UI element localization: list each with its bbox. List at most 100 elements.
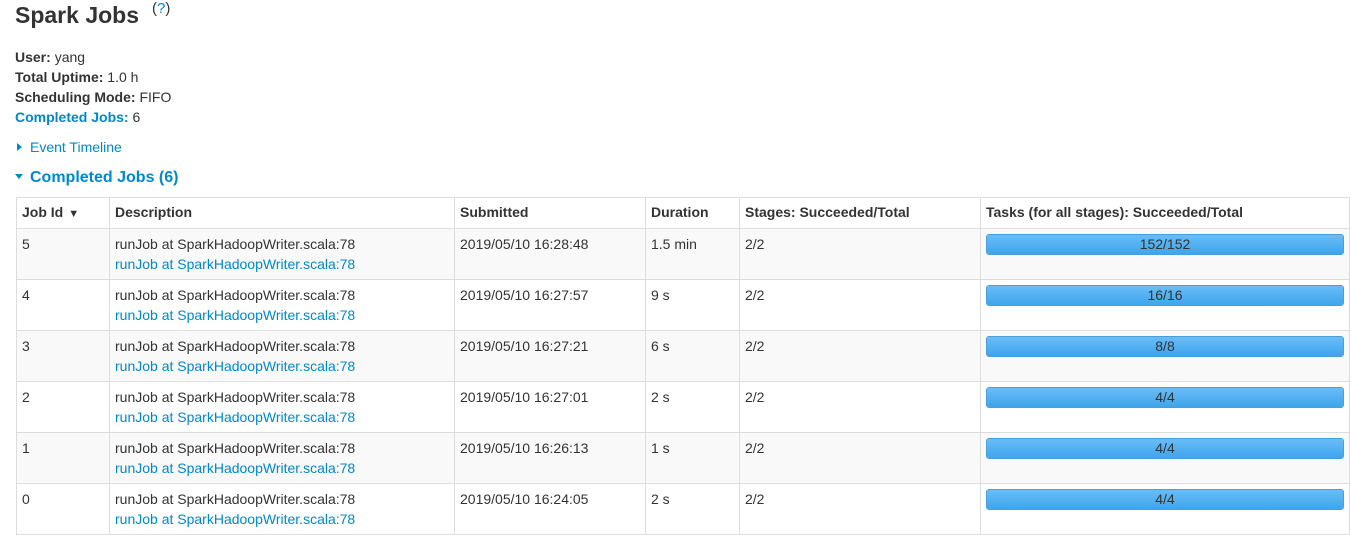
caret-right-icon <box>17 143 22 152</box>
tasks-cell: 8/8 <box>980 330 1350 382</box>
job-link[interactable]: runJob at SparkHadoopWriter.scala:78 <box>115 254 449 274</box>
help-paren-close: ) <box>165 0 171 17</box>
job-description: runJob at SparkHadoopWriter.scala:78 <box>115 440 356 456</box>
job-link[interactable]: runJob at SparkHadoopWriter.scala:78 <box>115 407 449 427</box>
col-job-id[interactable]: Job Id ▼ <box>16 197 110 229</box>
summary-list: User: yang Total Uptime: 1.0 h Schedulin… <box>15 47 1351 127</box>
completed-jobs-heading: Completed Jobs (6) <box>30 169 179 186</box>
stages-cell: 2/2 <box>739 228 981 280</box>
user-label: User: <box>15 49 51 65</box>
event-timeline-toggle[interactable]: Event Timeline <box>15 137 1351 157</box>
stages-cell: 2/2 <box>739 432 981 484</box>
header: Spark Jobs (?) <box>15 0 1351 38</box>
description-cell: runJob at SparkHadoopWriter.scala:78 runJ… <box>109 432 455 484</box>
table-row: 5 runJob at SparkHadoopWriter.scala:78 run… <box>16 228 1350 280</box>
user-value: yang <box>54 49 86 65</box>
completed-jobs-toggle[interactable]: Completed Jobs (6) <box>15 167 1351 189</box>
completed-value: 6 <box>132 109 141 125</box>
job-description: runJob at SparkHadoopWriter.scala:78 <box>115 491 356 507</box>
tasks-progress-label: 16/16 <box>1147 287 1183 303</box>
tasks-progress-bar: 16/16 <box>986 285 1344 306</box>
job-description: runJob at SparkHadoopWriter.scala:78 <box>115 236 356 252</box>
table-row: 2 runJob at SparkHadoopWriter.scala:78 run… <box>16 381 1350 433</box>
tasks-progress-bar: 4/4 <box>986 387 1344 408</box>
submitted-cell: 2019/05/10 16:24:05 <box>454 483 646 535</box>
uptime-label: Total Uptime: <box>15 69 104 85</box>
tasks-progress-bar: 4/4 <box>986 438 1344 459</box>
description-cell: runJob at SparkHadoopWriter.scala:78 runJ… <box>109 483 455 535</box>
description-cell: runJob at SparkHadoopWriter.scala:78 runJ… <box>109 228 455 280</box>
page: Spark Jobs (?) User: yang Total Uptime: … <box>0 0 1351 189</box>
scheduling-value: FIFO <box>139 89 172 105</box>
job-description: runJob at SparkHadoopWriter.scala:78 <box>115 338 356 354</box>
duration-cell: 1.5 min <box>645 228 740 280</box>
job-link[interactable]: runJob at SparkHadoopWriter.scala:78 <box>115 305 449 325</box>
duration-cell: 6 s <box>645 330 740 382</box>
table-row: 0 runJob at SparkHadoopWriter.scala:78 run… <box>16 483 1350 535</box>
tasks-progress-bar: 152/152 <box>986 234 1344 255</box>
duration-cell: 1 s <box>645 432 740 484</box>
user-row: User: yang <box>15 47 1351 67</box>
col-tasks[interactable]: Tasks (for all stages): Succeeded/Total <box>980 197 1350 229</box>
job-id-cell: 2 <box>16 381 110 433</box>
tasks-cell: 4/4 <box>980 381 1350 433</box>
tasks-progress-bar: 8/8 <box>986 336 1344 357</box>
job-id-cell: 4 <box>16 279 110 331</box>
tasks-progress-label: 4/4 <box>1155 389 1175 405</box>
submitted-cell: 2019/05/10 16:27:01 <box>454 381 646 433</box>
tasks-progress-label: 8/8 <box>1155 338 1175 354</box>
scheduling-label: Scheduling Mode: <box>15 89 136 105</box>
table-row: 3 runJob at SparkHadoopWriter.scala:78 run… <box>16 330 1350 382</box>
tasks-cell: 4/4 <box>980 483 1350 535</box>
job-id-cell: 1 <box>16 432 110 484</box>
page-title: Spark Jobs <box>15 2 139 28</box>
stages-cell: 2/2 <box>739 381 981 433</box>
description-cell: runJob at SparkHadoopWriter.scala:78 runJ… <box>109 279 455 331</box>
tasks-cell: 4/4 <box>980 432 1350 484</box>
jobs-table: Job Id ▼ Description Submitted Duration S… <box>16 197 1350 535</box>
caret-down-icon <box>15 174 23 180</box>
submitted-cell: 2019/05/10 16:28:48 <box>454 228 646 280</box>
duration-cell: 9 s <box>645 279 740 331</box>
table-row: 4 runJob at SparkHadoopWriter.scala:78 run… <box>16 279 1350 331</box>
tasks-cell: 16/16 <box>980 279 1350 331</box>
job-id-cell: 5 <box>16 228 110 280</box>
tasks-progress-label: 4/4 <box>1155 491 1175 507</box>
job-description: runJob at SparkHadoopWriter.scala:78 <box>115 287 356 303</box>
tasks-progress-label: 152/152 <box>1139 236 1191 252</box>
tasks-progress-bar: 4/4 <box>986 489 1344 510</box>
description-cell: runJob at SparkHadoopWriter.scala:78 runJ… <box>109 381 455 433</box>
col-duration[interactable]: Duration <box>645 197 740 229</box>
description-cell: runJob at SparkHadoopWriter.scala:78 runJ… <box>109 330 455 382</box>
stages-cell: 2/2 <box>739 279 981 331</box>
col-job-id-label: Job Id <box>22 204 64 220</box>
table-header-row: Job Id ▼ Description Submitted Duration S… <box>16 197 1350 229</box>
job-link[interactable]: runJob at SparkHadoopWriter.scala:78 <box>115 509 449 529</box>
completed-row: Completed Jobs: 6 <box>15 107 1351 127</box>
job-link[interactable]: runJob at SparkHadoopWriter.scala:78 <box>115 458 449 478</box>
tasks-progress-label: 4/4 <box>1155 440 1175 456</box>
table-row: 1 runJob at SparkHadoopWriter.scala:78 run… <box>16 432 1350 484</box>
event-timeline-label: Event Timeline <box>30 139 122 155</box>
stages-cell: 2/2 <box>739 483 981 535</box>
col-description[interactable]: Description <box>109 197 455 229</box>
job-link[interactable]: runJob at SparkHadoopWriter.scala:78 <box>115 356 449 376</box>
uptime-row: Total Uptime: 1.0 h <box>15 67 1351 87</box>
job-id-cell: 0 <box>16 483 110 535</box>
help-superscript: (?) <box>152 0 170 17</box>
job-id-cell: 3 <box>16 330 110 382</box>
duration-cell: 2 s <box>645 483 740 535</box>
submitted-cell: 2019/05/10 16:27:21 <box>454 330 646 382</box>
duration-cell: 2 s <box>645 381 740 433</box>
job-description: runJob at SparkHadoopWriter.scala:78 <box>115 389 356 405</box>
scheduling-row: Scheduling Mode: FIFO <box>15 87 1351 107</box>
uptime-value: 1.0 h <box>107 69 139 85</box>
tasks-cell: 152/152 <box>980 228 1350 280</box>
col-submitted[interactable]: Submitted <box>454 197 646 229</box>
submitted-cell: 2019/05/10 16:27:57 <box>454 279 646 331</box>
col-stages[interactable]: Stages: Succeeded/Total <box>739 197 981 229</box>
submitted-cell: 2019/05/10 16:26:13 <box>454 432 646 484</box>
stages-cell: 2/2 <box>739 330 981 382</box>
completed-jobs-link[interactable]: Completed Jobs: <box>15 109 129 125</box>
sort-desc-icon: ▼ <box>68 208 80 220</box>
